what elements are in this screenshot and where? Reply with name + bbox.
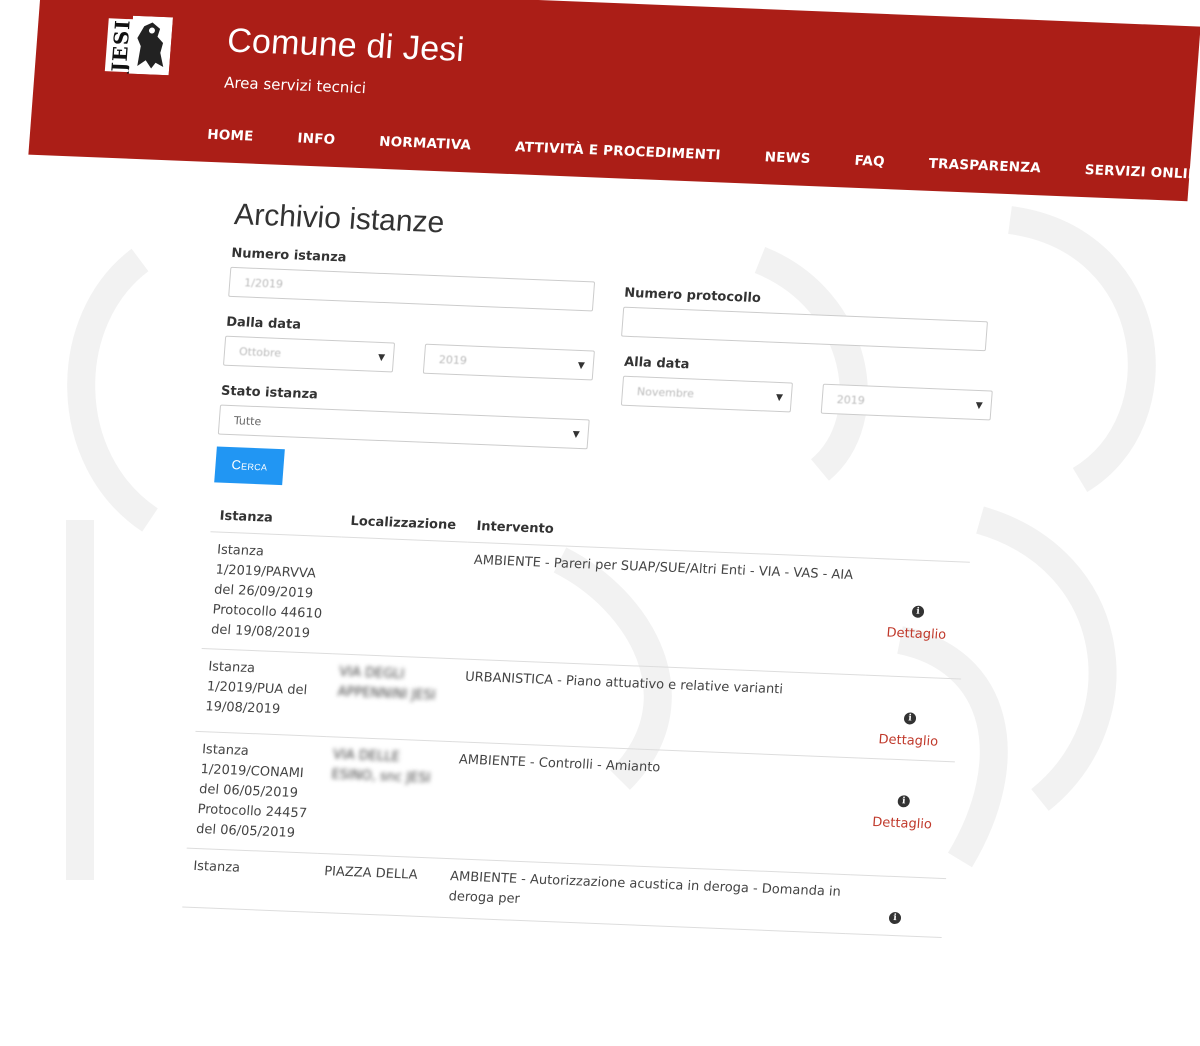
results-table: Istanza Localizzazione Intervento Istanz… bbox=[182, 500, 973, 938]
dettaglio-link[interactable]: Dettaglio bbox=[861, 813, 942, 836]
caret-down-icon: ▼ bbox=[377, 352, 386, 364]
info-icon: i bbox=[888, 911, 902, 925]
col-istanza: Istanza bbox=[210, 500, 344, 538]
alla-anno-select[interactable]: 2019 ▼ bbox=[820, 383, 993, 421]
cell-localizzazione: PIAZZA DELLA bbox=[313, 853, 444, 918]
cell-intervento: AMBIENTE - Controlli - Amianto bbox=[443, 741, 859, 875]
cell-dettaglio: i Dettaglio bbox=[865, 558, 970, 680]
main-content: Archivio istanze Numero istanza 1/2019 N… bbox=[182, 198, 995, 938]
nav-trasparenza[interactable]: TRASPARENZA bbox=[906, 155, 1063, 177]
jesi-logo[interactable]: JESI bbox=[103, 13, 176, 78]
info-icon: i bbox=[897, 795, 911, 808]
cell-istanza: Istanza 1/2019/CONAMI del 06/05/2019 Pro… bbox=[186, 731, 327, 854]
cell-intervento: AMBIENTE - Pareri per SUAP/SUE/Altri Ent… bbox=[458, 542, 874, 676]
cell-dettaglio: i Dettaglio bbox=[850, 757, 955, 879]
dalla-anno-value: 2019 bbox=[438, 353, 468, 368]
lion-crest-icon bbox=[128, 15, 173, 76]
nav-info[interactable]: INFO bbox=[275, 130, 358, 149]
caret-down-icon: ▼ bbox=[975, 400, 983, 412]
stato-istanza-select[interactable]: Tutte ▼ bbox=[217, 404, 590, 450]
nav-faq[interactable]: FAQ bbox=[832, 152, 907, 171]
cell-localizzazione bbox=[332, 537, 468, 659]
numero-istanza-input[interactable]: 1/2019 bbox=[228, 266, 596, 312]
dalla-mese-value: Ottobre bbox=[238, 345, 282, 360]
numero-istanza-value: 1/2019 bbox=[243, 276, 284, 291]
caret-down-icon: ▼ bbox=[775, 392, 784, 404]
caret-down-icon: ▼ bbox=[577, 360, 586, 372]
dalla-anno-select[interactable]: 2019 ▼ bbox=[422, 343, 595, 381]
info-icon: i bbox=[911, 605, 925, 618]
dalla-data-group: Ottobre ▼ 2019 ▼ bbox=[222, 335, 595, 381]
cell-istanza: Istanza bbox=[182, 848, 318, 913]
caret-down-icon: ▼ bbox=[572, 429, 580, 440]
dettaglio-link[interactable]: Dettaglio bbox=[868, 730, 949, 753]
cell-localizzazione: VIA DELLE ESINO, snc JESI bbox=[317, 736, 453, 859]
cell-istanza: Istanza 1/2019/PUA del 19/08/2019 bbox=[195, 648, 333, 737]
nav-servizi-online[interactable]: SERVIZI ONLINE bbox=[1062, 161, 1200, 184]
site-header: JESI Comune di Jesi Area servizi tecnici… bbox=[28, 0, 1200, 202]
nav-news[interactable]: NEWS bbox=[742, 148, 833, 168]
cell-istanza: Istanza 1/2019/PARVVA del 26/09/2019 Pro… bbox=[201, 531, 342, 654]
alla-mese-select[interactable]: Novembre ▼ bbox=[620, 375, 793, 413]
page-canvas: JESI Comune di Jesi Area servizi tecnici… bbox=[0, 0, 1200, 1044]
site-subtitle: Area servizi tecnici bbox=[223, 73, 367, 98]
alla-anno-value: 2019 bbox=[836, 393, 866, 408]
nav-attivita-procedimenti[interactable]: ATTIVITÀ E PROCEDIMENTI bbox=[493, 138, 744, 164]
info-icon: i bbox=[903, 712, 917, 725]
col-localizzazione: Localizzazione bbox=[341, 505, 470, 543]
cell-dettaglio: i Dettaglio bbox=[858, 675, 962, 762]
cell-intervento: URBANISTICA - Piano attuativo e relative… bbox=[452, 658, 866, 758]
cerca-button[interactable]: Cerca bbox=[214, 446, 285, 486]
stato-istanza-value: Tutte bbox=[233, 414, 262, 429]
alla-mese-value: Novembre bbox=[636, 385, 695, 401]
cell-dettaglio: i bbox=[845, 874, 947, 938]
dettaglio-link[interactable]: Dettaglio bbox=[876, 623, 957, 646]
col-azioni bbox=[873, 526, 973, 563]
dalla-mese-select[interactable]: Ottobre ▼ bbox=[222, 335, 396, 373]
nav-home[interactable]: HOME bbox=[185, 126, 276, 146]
nav-normativa[interactable]: NORMATIVA bbox=[357, 133, 494, 154]
site-title: Comune di Jesi bbox=[225, 21, 466, 70]
cell-localizzazione: VIA DEGLI APPENNINI JESI bbox=[326, 653, 459, 742]
main-nav: HOME INFO NORMATIVA ATTIVITÀ E PROCEDIME… bbox=[185, 126, 1200, 184]
